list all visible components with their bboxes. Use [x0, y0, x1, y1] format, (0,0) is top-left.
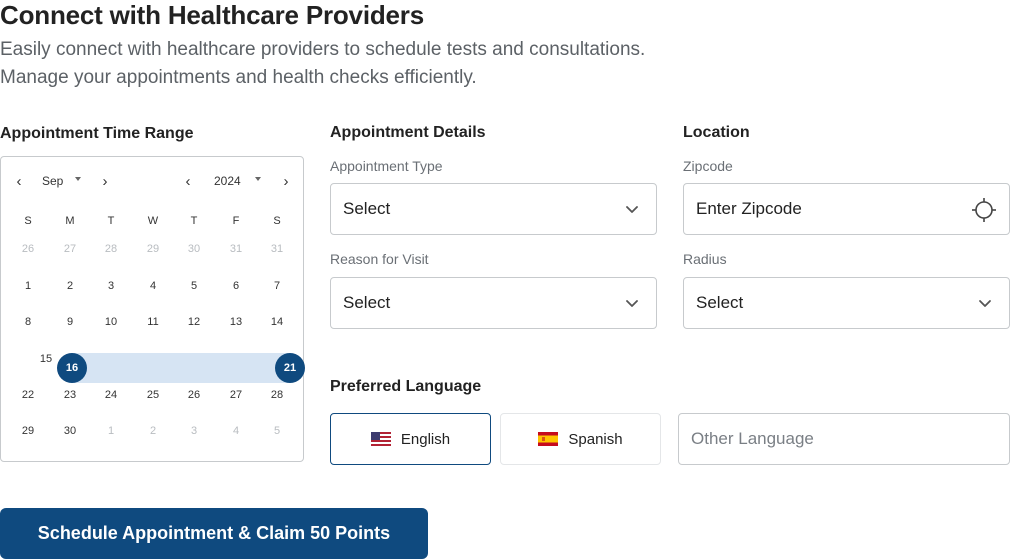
calendar-day[interactable]: 27: [55, 239, 85, 259]
appointment-type-select[interactable]: Select: [330, 183, 657, 235]
calendar-day[interactable]: 24: [96, 385, 126, 405]
calendar-day[interactable]: 25: [138, 385, 168, 405]
other-language-input[interactable]: Other Language: [678, 413, 1010, 465]
zipcode-placeholder: Enter Zipcode: [696, 199, 802, 218]
range-end-day[interactable]: 21: [275, 353, 305, 383]
calendar-day[interactable]: 31: [221, 239, 251, 259]
calendar-day[interactable]: 26: [179, 385, 209, 405]
calendar-day[interactable]: 23: [55, 385, 85, 405]
calendar-day[interactable]: 3: [96, 276, 126, 296]
schedule-appointment-label: Schedule Appointment & Claim 50 Points: [37, 523, 391, 543]
appointment-type-value: Select: [343, 199, 391, 218]
language-spanish-button[interactable]: Spanish: [500, 413, 661, 465]
calendar-day[interactable]: 27: [221, 385, 251, 405]
appointment-type-label: Appointment Type: [330, 158, 443, 174]
calendar-day[interactable]: 1: [96, 421, 126, 441]
language-english-label: English: [400, 430, 451, 448]
month-dropdown-icon: [75, 177, 81, 181]
calendar-day[interactable]: 14: [262, 312, 292, 332]
calendar-day[interactable]: 5: [262, 421, 292, 441]
page-title: Connect with Healthcare Providers: [0, 0, 424, 30]
prev-year-button[interactable]: ‹: [178, 171, 198, 191]
chevron-down-icon: [626, 300, 638, 307]
reason-for-visit-select[interactable]: Select: [330, 277, 657, 329]
weekday-header: S: [273, 215, 281, 227]
calendar-day[interactable]: 28: [262, 385, 292, 405]
next-year-button[interactable]: ›: [276, 171, 296, 191]
location-title: Location: [683, 124, 750, 141]
calendar-day[interactable]: 30: [55, 421, 85, 441]
calendar-day[interactable]: 28: [96, 239, 126, 259]
calendar-day[interactable]: 12: [179, 312, 209, 332]
weekday-header: F: [232, 215, 240, 227]
appointment-details-title: Appointment Details: [330, 124, 486, 141]
calendar-day[interactable]: 10: [96, 312, 126, 332]
calendar-day[interactable]: 4: [221, 421, 251, 441]
calendar-day[interactable]: 2: [55, 276, 85, 296]
next-month-button[interactable]: ›: [95, 171, 115, 191]
radius-value: Select: [696, 293, 744, 312]
weekday-header: T: [107, 215, 115, 227]
zipcode-input[interactable]: Enter Zipcode: [683, 183, 1010, 235]
month-select[interactable]: Sep: [42, 174, 63, 188]
calendar-day[interactable]: 2: [138, 421, 168, 441]
calendar-day[interactable]: 13: [221, 312, 251, 332]
spain-flag-icon: [538, 432, 559, 446]
us-flag-icon: [370, 432, 391, 446]
chevron-down-icon: [626, 206, 638, 213]
calendar-day[interactable]: 4: [138, 276, 168, 296]
calendar-day[interactable]: 26: [13, 239, 43, 259]
appointment-time-range-title: Appointment Time Range: [0, 125, 194, 142]
year-dropdown-icon: [255, 177, 261, 181]
calendar-day[interactable]: 22: [13, 385, 43, 405]
selected-range-band: [58, 353, 302, 383]
subtitle-line-2: Manage your appointments and health chec…: [0, 67, 477, 88]
zipcode-label: Zipcode: [683, 158, 733, 174]
weekday-header: W: [147, 215, 159, 227]
calendar-day[interactable]: 5: [179, 276, 209, 296]
weekday-header: S: [24, 215, 32, 227]
calendar-day[interactable]: 3: [179, 421, 209, 441]
calendar-day[interactable]: 6: [221, 276, 251, 296]
calendar-day[interactable]: 1: [13, 276, 43, 296]
reason-for-visit-label: Reason for Visit: [330, 251, 429, 267]
chevron-down-icon: [979, 300, 991, 307]
page-subtitle: Easily connect with healthcare providers…: [0, 36, 645, 92]
subtitle-line-1: Easily connect with healthcare providers…: [0, 39, 646, 60]
prev-month-button[interactable]: ‹: [9, 171, 29, 191]
date-range-calendar: ‹ Sep › ‹ 2024 › S M T W T F S 26 27 28 29 30 31 31 1 2…: [0, 156, 304, 462]
calendar-day[interactable]: 29: [138, 239, 168, 259]
range-start-day[interactable]: 16: [57, 353, 87, 383]
weekday-header: T: [190, 215, 198, 227]
calendar-header: ‹ Sep › ‹ 2024 ›: [1, 171, 303, 191]
other-language-placeholder: Other Language: [691, 429, 814, 448]
calendar-day[interactable]: 8: [13, 312, 43, 332]
language-english-button[interactable]: English: [330, 413, 491, 465]
calendar-day[interactable]: 7: [262, 276, 292, 296]
preferred-language-title: Preferred Language: [330, 378, 482, 395]
year-select[interactable]: 2024: [214, 174, 241, 188]
calendar-day[interactable]: 9: [55, 312, 85, 332]
locate-crosshair-icon[interactable]: [971, 197, 997, 223]
calendar-day[interactable]: 31: [262, 239, 292, 259]
radius-select[interactable]: Select: [683, 277, 1010, 329]
radius-label: Radius: [683, 251, 727, 267]
weekday-header: M: [65, 215, 75, 227]
calendar-day[interactable]: 29: [13, 421, 43, 441]
calendar-day[interactable]: 30: [179, 239, 209, 259]
language-spanish-label: Spanish: [568, 430, 623, 448]
schedule-appointment-button[interactable]: Schedule Appointment & Claim 50 Points: [0, 508, 428, 559]
calendar-day[interactable]: 11: [138, 312, 168, 332]
reason-for-visit-value: Select: [343, 293, 391, 312]
